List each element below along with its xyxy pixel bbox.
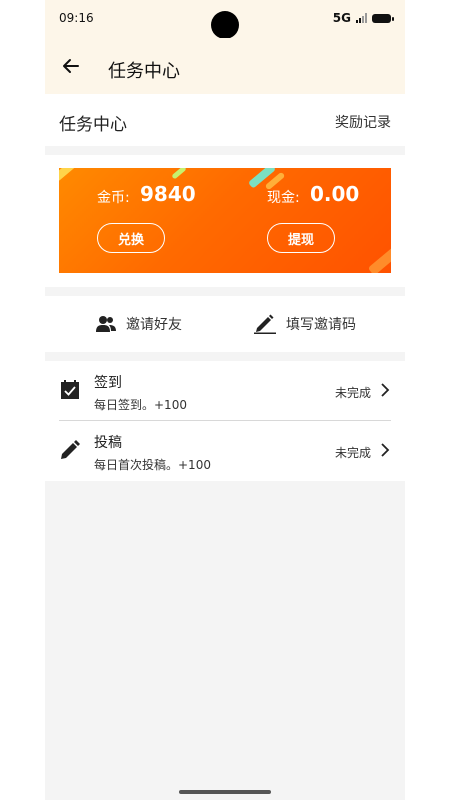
withdraw-button[interactable]: 提现 <box>267 223 335 253</box>
chevron-right-icon <box>381 443 390 457</box>
arrow-left-icon <box>63 59 79 73</box>
network-label: 5G <box>332 11 351 25</box>
cash-label: 现金: <box>267 190 300 206</box>
task-status: 未完成 <box>334 386 371 400</box>
back-button[interactable] <box>57 52 85 80</box>
fill-invite-code-button[interactable]: 填写邀请码 <box>254 314 356 334</box>
cash-value: 0.00 <box>310 182 360 206</box>
task-row-submit[interactable]: 投稿 每日首次投稿。+100 未完成 <box>45 421 405 481</box>
battery-icon <box>372 13 394 23</box>
pencil-icon <box>61 440 80 459</box>
signal-icon <box>356 13 367 23</box>
calendar-check-icon <box>61 380 79 399</box>
decor-streak <box>59 168 84 182</box>
invite-friends-label: 邀请好友 <box>126 317 182 333</box>
fill-invite-code-label: 填写邀请码 <box>286 317 356 333</box>
task-description: 每日首次投稿。+100 <box>94 458 211 472</box>
task-list: 签到 每日签到。+100 未完成 投稿 每日首次投稿。+100 未完成 <box>45 361 405 481</box>
status-time: 09:16 <box>59 11 94 25</box>
task-row-checkin[interactable]: 签到 每日签到。+100 未完成 <box>45 361 405 421</box>
exchange-button[interactable]: 兑换 <box>97 223 165 253</box>
coin-value: 9840 <box>140 182 196 206</box>
task-status: 未完成 <box>334 446 371 460</box>
app-bar: 任务中心 <box>45 38 405 94</box>
home-indicator[interactable] <box>179 790 271 794</box>
reward-record-link[interactable]: 奖励记录 <box>335 112 391 132</box>
invite-row: 邀请好友 填写邀请码 <box>45 296 405 352</box>
task-description: 每日签到。+100 <box>94 398 187 412</box>
decor-streak <box>367 246 391 273</box>
coin-label: 金币: <box>97 190 130 206</box>
status-indicators: 5G <box>332 11 394 25</box>
decor-streak <box>171 168 187 180</box>
invite-friends-button[interactable]: 邀请好友 <box>96 314 182 334</box>
page-title: 任务中心 <box>59 115 127 135</box>
chevron-right-icon <box>381 383 390 397</box>
balance-section: 金币: 9840 现金: 0.00 兑换 提现 <box>45 155 405 287</box>
people-icon <box>96 316 116 332</box>
app-bar-title: 任务中心 <box>108 61 180 82</box>
phone-screen: 09:16 5G 任务中心 任务中心 奖励记录 金币: 9840 现金: 0.0… <box>45 0 405 800</box>
pencil-icon <box>254 314 276 334</box>
task-title: 投稿 <box>94 435 122 451</box>
camera-cutout <box>211 11 239 39</box>
task-center-header: 任务中心 奖励记录 <box>45 94 405 146</box>
balance-banner: 金币: 9840 现金: 0.00 兑换 提现 <box>59 168 391 273</box>
status-bar: 09:16 5G <box>45 0 405 39</box>
task-title: 签到 <box>94 375 122 391</box>
